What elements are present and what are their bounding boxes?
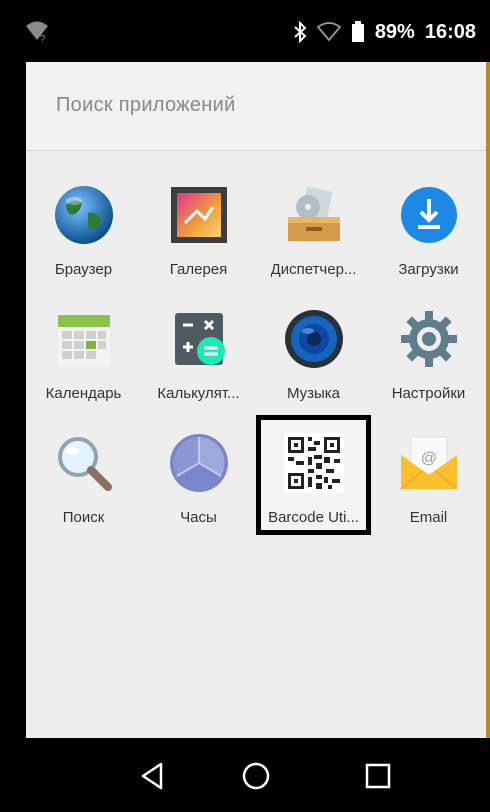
- app-label: Браузер: [54, 261, 113, 278]
- settings-gear-icon: [400, 311, 457, 367]
- gallery-icon: [170, 187, 227, 243]
- app-label: Настройки: [391, 385, 466, 402]
- app-label: Barcode Uti...: [268, 509, 359, 526]
- calculator-icon: [174, 313, 225, 365]
- app-downloads[interactable]: Загрузки: [371, 167, 486, 287]
- downloads-icon: [400, 187, 457, 243]
- email-envelope-icon: @: [399, 436, 458, 490]
- app-label: Поиск: [62, 509, 105, 526]
- app-search-bar[interactable]: Поиск приложений: [26, 62, 486, 151]
- app-row: Браузер Галерея Диспетчер... Загрузки: [26, 167, 486, 287]
- back-triangle-icon[interactable]: [137, 760, 169, 792]
- app-drawer: Поиск приложений Браузер Галерея Диспетч…: [26, 62, 486, 738]
- app-file-manager[interactable]: Диспетчер...: [256, 167, 371, 287]
- app-settings[interactable]: Настройки: [371, 291, 486, 411]
- music-speaker-icon: [284, 310, 343, 368]
- app-grid: Браузер Галерея Диспетчер... Загрузки Ка…: [26, 167, 486, 539]
- app-label: Часы: [180, 509, 217, 526]
- app-browser[interactable]: Браузер: [26, 167, 141, 287]
- app-label: Загрузки: [398, 261, 459, 278]
- wifi-icon: [316, 22, 341, 42]
- clock-icon: [169, 434, 228, 492]
- file-manager-icon: [287, 186, 340, 241]
- status-right-group: 89% 16:08: [293, 18, 476, 46]
- app-search[interactable]: Поиск: [26, 415, 141, 535]
- search-magnifier-icon: [57, 437, 112, 491]
- battery-percent: 89%: [374, 20, 415, 43]
- app-label: Музыка: [286, 385, 341, 402]
- svg-text:@: @: [420, 450, 436, 467]
- search-placeholder[interactable]: Поиск приложений: [56, 94, 236, 117]
- qr-code-icon: [283, 433, 344, 493]
- wifi-signal-icon: ?: [26, 21, 48, 44]
- status-bar: ? 89% 16:08: [0, 0, 490, 62]
- recents-square-icon[interactable]: [362, 760, 394, 792]
- calendar-icon: [57, 315, 110, 365]
- app-clock[interactable]: Часы: [141, 415, 256, 535]
- app-calculator[interactable]: Калькулят...: [141, 291, 256, 411]
- app-email[interactable]: @ Email: [371, 415, 486, 535]
- app-label: Диспетчер...: [270, 261, 357, 278]
- navigation-bar: [0, 738, 490, 812]
- home-circle-icon[interactable]: [240, 760, 272, 792]
- app-label: Email: [409, 509, 448, 526]
- svg-text:?: ?: [40, 34, 46, 44]
- app-label: Календарь: [45, 385, 122, 402]
- bluetooth-icon: [294, 21, 307, 43]
- app-label: Калькулят...: [157, 385, 240, 402]
- app-label: Галерея: [169, 261, 228, 278]
- app-barcode-utility[interactable]: Barcode Uti...: [256, 415, 371, 535]
- browser-globe-icon: [54, 186, 113, 244]
- app-gallery[interactable]: Галерея: [141, 167, 256, 287]
- clock-time: 16:08: [424, 20, 476, 43]
- wallpaper-edge: [486, 62, 490, 738]
- app-row: Поиск Часы Barcode Uti... @ Email: [26, 415, 486, 535]
- app-calendar[interactable]: Календарь: [26, 291, 141, 411]
- app-row: Календарь Калькулят... Музыка Настройки: [26, 291, 486, 411]
- battery-icon: [351, 21, 364, 42]
- app-music[interactable]: Музыка: [256, 291, 371, 411]
